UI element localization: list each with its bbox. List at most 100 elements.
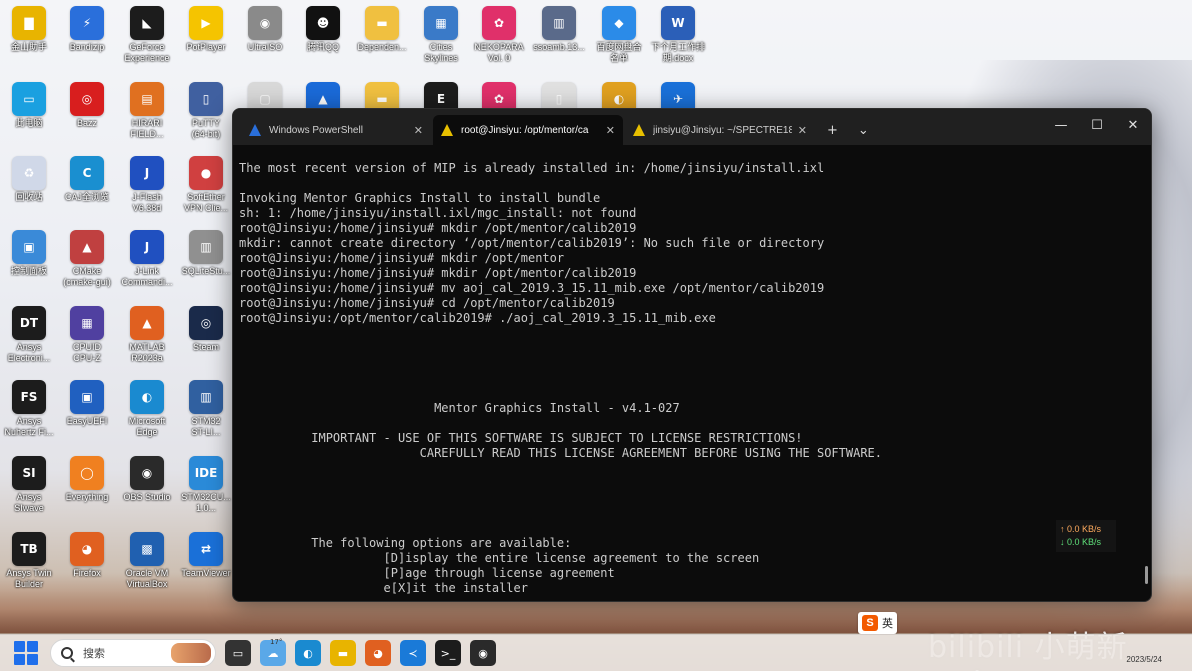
desktop-icon[interactable]: ▤ HIRARI FIELD... [118,82,176,140]
app-icon: ▦ [424,6,458,40]
tab-dropdown-button[interactable]: ⌄ [848,123,879,138]
tab-close-icon[interactable]: ✕ [414,124,423,137]
desktop-icon[interactable]: ▣ EasyUEFI [58,380,116,427]
upload-speed: ↑ 0.0 KB/s [1060,524,1102,534]
terminal-tabbar: Windows PowerShell ✕ root@Jinsiyu: /opt/me… [233,109,1151,145]
taskbar-clock[interactable]: 2023/5/24 [1126,655,1162,664]
ime-mode[interactable]: 英 [882,615,893,631]
app-icon: SI [12,456,46,490]
app-icon: ▦ [70,306,104,340]
firefox-icon[interactable]: ◕ [365,640,391,666]
app-icon: ▥ [189,380,223,414]
ime-toolbar[interactable]: S 英 [858,612,897,634]
desktop-icon[interactable]: ▲ MATLAB R2023a [118,306,176,364]
desktop-icon-label: J-Link Commandi... [121,266,173,287]
desktop-icon-label: SoftEther VPN Clie... [183,192,228,213]
desktop-icon[interactable]: FS Ansys Nuhertz Fi... [0,380,58,438]
start-button[interactable] [14,641,38,665]
desktop-icon[interactable]: ▣ 控制面板 [0,230,58,277]
desktop-icon[interactable]: ▭ 此电脑 [0,82,58,129]
terminal-icon[interactable]: >_ [435,640,461,666]
desktop-icon[interactable]: ♻ 回收站 [0,156,58,203]
terminal-output[interactable]: The most recent version of MIP is alread… [233,145,1151,601]
file-explorer-icon[interactable]: ▬ [330,640,356,666]
desktop-icon[interactable]: ◉ UltraISO [236,6,294,53]
desktop-icon[interactable]: ● SoftEther VPN Clie... [177,156,235,214]
desktop-icon[interactable]: ▥ SQLiteStu... [177,230,235,277]
window-controls: — ☐ ✕ [1043,109,1151,141]
desktop-icon[interactable]: ▥ STM32 ST-LI... [177,380,235,438]
tab-title: jinsiyu@Jinsiyu: ~/SPECTRE18.1 [653,124,792,136]
desktop-icon[interactable]: ▦ Cities Skylines [412,6,470,64]
vscode-icon[interactable]: ≺ [400,640,426,666]
desktop-icon[interactable]: ▯ PuTTY (64-bit) [177,82,235,140]
taskbar-search[interactable]: 搜索 [50,639,216,667]
desktop-icon[interactable]: TB Ansys Twin Builder [0,532,58,590]
desktop-icon-label: SQLiteStu... [181,266,231,276]
desktop-icon[interactable]: C CAJ全浏览 [58,156,116,203]
desktop-icon[interactable]: ▲ CMake (cmake-gui) [58,230,116,288]
maximize-button[interactable]: ☐ [1079,109,1115,141]
weather-icon[interactable]: ☁ 17° [260,638,286,666]
app-icon: ✿ [482,6,516,40]
close-button[interactable]: ✕ [1115,109,1151,141]
search-highlight-image [171,643,211,663]
obs-icon[interactable]: ◉ [470,640,496,666]
desktop-icon[interactable]: ⚡ Bandizip [58,6,116,53]
desktop-icon-label: Oracle VM VirtualBox [125,568,169,589]
terminal-scrollbar[interactable] [1145,566,1148,584]
new-tab-button[interactable]: + [817,123,848,138]
terminal-line: The most recent version of MIP is alread… [239,161,825,175]
desktop-icon[interactable]: ▩ Oracle VM VirtualBox [118,532,176,590]
desktop-icon[interactable]: ◎ Steam [177,306,235,353]
desktop-icon[interactable]: ⇄ TeamViewer [177,532,235,579]
desktop-icon[interactable]: ◉ OBS Studio [118,456,176,503]
app-icon: ☻ [306,6,340,40]
app-icon: ▩ [130,532,164,566]
desktop-icon[interactable]: J J-Link Commandi... [118,230,176,288]
terminal-tab[interactable]: Windows PowerShell ✕ [241,115,431,145]
terminal-tab[interactable]: jinsiyu@Jinsiyu: ~/SPECTRE18.1 ✕ [625,115,815,145]
terminal-line: root@Jinsiyu:/home/jinsiyu# mkdir /opt/m… [239,266,637,280]
desktop-icon-label: GeForce Experience [124,42,170,63]
desktop-icon[interactable]: DT Ansys Electroni... [0,306,58,364]
desktop-icon[interactable]: ◆ 百度网盘合 名单 [590,6,648,64]
taskbar-apps: ▭ ☁ 17° ◐ ▬ ◕ ≺ >_ ◉ [216,638,496,666]
tab-close-icon[interactable]: ✕ [606,124,615,137]
app-icon: DT [12,306,46,340]
edge-icon[interactable]: ◐ [295,640,321,666]
desktop-icon[interactable]: ▶ PotPlayer [177,6,235,53]
desktop-icon[interactable]: ✿ NEKOPARA Vol. 0 [470,6,528,64]
app-icon: ▲ [130,306,164,340]
desktop-icon[interactable]: ▇ 金山助手 [0,6,58,53]
search-icon [61,647,73,659]
desktop-icon[interactable]: ◯ Everything [58,456,116,503]
desktop-icon[interactable]: ☻ 腾讯QQ [294,6,352,53]
desktop-icon[interactable]: ◎ Bazz [58,82,116,129]
app-icon: ◆ [602,6,636,40]
desktop-icon[interactable]: ◕ Firefox [58,532,116,579]
desktop-icon[interactable]: ▥ ssoamb.13... [530,6,588,53]
task-view-icon[interactable]: ▭ [225,640,251,666]
tab-close-icon[interactable]: ✕ [798,124,807,137]
app-icon: ▶ [189,6,223,40]
desktop-icon[interactable]: ▦ CPUID CPU-Z [58,306,116,364]
desktop-icon-label: Ansys Twin Builder [6,568,52,589]
desktop-icon[interactable]: ◐ Microsoft Edge [118,380,176,438]
desktop-icon[interactable]: J J-Flash V6.38d [118,156,176,214]
desktop-icon[interactable]: ◣ GeForce Experience [118,6,176,64]
terminal-window[interactable]: Windows PowerShell ✕ root@Jinsiyu: /opt/me… [232,108,1152,602]
desktop-icon[interactable]: SI Ansys SIwave [0,456,58,514]
minimize-button[interactable]: — [1043,109,1079,141]
terminal-tab[interactable]: root@Jinsiyu: /opt/mentor/ca ✕ [433,115,623,145]
desktop-icon[interactable]: ▬ Dependen... [353,6,411,53]
desktop-icon[interactable]: IDE STM32CU... 1.0... [177,456,235,514]
desktop-icon-label: NEKOPARA Vol. 0 [474,42,524,63]
desktop-icon-label: J-Flash V6.38d [132,192,162,213]
desktop-icon-label: 下个月工作排 期.docx [650,42,705,63]
desktop-icon-label: Steam [192,342,219,352]
desktop-icon[interactable]: W 下个月工作排 期.docx [649,6,707,64]
